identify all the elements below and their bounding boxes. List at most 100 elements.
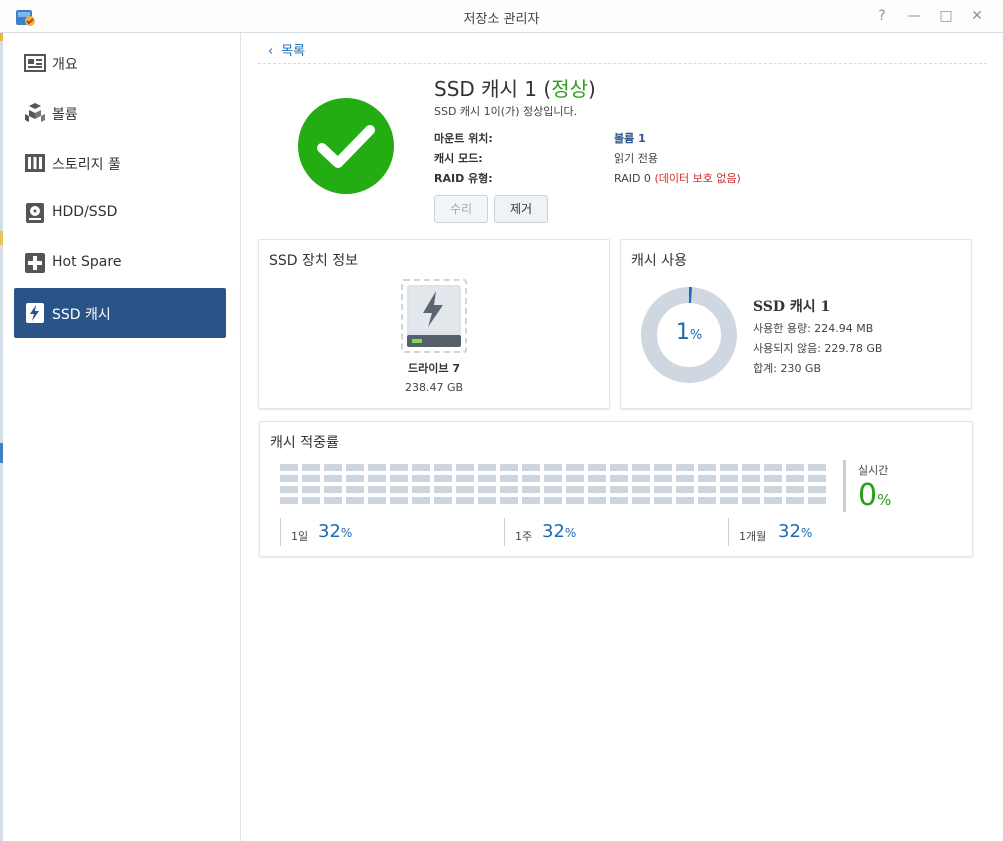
raid-type-note: (데이터 보호 없음) — [654, 172, 741, 185]
history-cell — [610, 475, 628, 482]
drive-slot[interactable] — [401, 279, 467, 353]
close-button[interactable]: ✕ — [967, 6, 987, 26]
sidebar-item-overview[interactable]: 개요 — [14, 38, 226, 88]
sidebar-item-label: 개요 — [52, 57, 78, 73]
history-cell — [500, 497, 518, 504]
realtime-unit: % — [877, 491, 892, 509]
history-cell — [676, 497, 694, 504]
main-content: ‹ 목록 SSD 캐시 1 (정상) SSD 캐시 1이(가) 정상입니다. 마운… — [242, 33, 1003, 841]
sidebar-item-hdd-ssd[interactable]: HDD/SSD — [14, 188, 226, 238]
period-1-week: 1주 32% — [504, 518, 728, 546]
mount-location-label: 마운트 위치: — [434, 132, 493, 145]
history-cell — [808, 486, 826, 493]
history-cell — [808, 464, 826, 471]
history-cell — [742, 475, 760, 482]
hot-spare-icon — [25, 253, 45, 273]
history-cell — [654, 464, 672, 471]
history-cell — [676, 475, 694, 482]
card-title: SSD 장치 정보 — [269, 253, 358, 269]
used-capacity: 사용한 용량: 224.94 MB — [753, 322, 874, 335]
history-cell — [522, 464, 540, 471]
help-button[interactable]: ? — [872, 6, 892, 26]
history-cell — [544, 464, 562, 471]
history-cell — [632, 497, 650, 504]
hdd-icon — [26, 203, 44, 223]
chevron-left-icon: ‹ — [268, 44, 274, 59]
sidebar-item-hot-spare[interactable]: Hot Spare — [14, 238, 226, 288]
history-cell — [456, 475, 474, 482]
history-cell — [654, 497, 672, 504]
history-cell — [676, 464, 694, 471]
period-value: 32% — [778, 521, 813, 542]
divider — [258, 63, 987, 64]
raid-type-label: RAID 유형: — [434, 172, 493, 185]
history-cell — [522, 497, 540, 504]
history-cell — [566, 475, 584, 482]
history-cell — [764, 497, 782, 504]
history-cell — [698, 497, 716, 504]
history-cell — [632, 486, 650, 493]
raid-type-text: RAID 0 — [614, 172, 651, 185]
history-cell — [434, 497, 452, 504]
cache-usage-percent: 1% — [641, 320, 737, 345]
remove-button[interactable]: 제거 — [494, 195, 548, 223]
history-cell — [478, 475, 496, 482]
ssd-drive-icon — [407, 285, 461, 347]
percent-unit: % — [689, 328, 703, 343]
history-cell — [566, 464, 584, 471]
title-bar: 저장소 관리자 ? — □ ✕ — [0, 0, 1003, 33]
sidebar-item-label: HDD/SSD — [52, 204, 118, 220]
window-title: 저장소 관리자 — [463, 12, 540, 27]
period-label: 1일 — [291, 530, 309, 543]
history-cell — [720, 486, 738, 493]
history-cell — [720, 464, 738, 471]
maximize-button[interactable]: □ — [936, 6, 956, 26]
realtime-value: 0% — [858, 478, 891, 513]
history-cell — [434, 464, 452, 471]
history-cell — [698, 486, 716, 493]
history-cell — [346, 475, 364, 482]
history-cell — [324, 464, 342, 471]
period-1-month: 1개월 32% — [728, 518, 952, 546]
history-cell — [302, 464, 320, 471]
history-cell — [412, 497, 430, 504]
history-cell — [544, 497, 562, 504]
cache-mode-value: 읽기 전용 — [614, 152, 658, 165]
total-capacity: 합계: 230 GB — [753, 362, 822, 375]
history-cell — [280, 464, 298, 471]
sidebar-item-storage-pool[interactable]: 스토리지 풀 — [14, 138, 226, 188]
history-cell — [522, 475, 540, 482]
ssd-device-info-card: SSD 장치 정보 드라이브 7 238.47 GB — [258, 239, 610, 409]
back-to-list-link[interactable]: ‹ 목록 — [268, 40, 305, 59]
history-cell — [588, 486, 606, 493]
history-cell — [522, 486, 540, 493]
realtime-label: 실시간 — [858, 464, 889, 477]
cache-name: SSD 캐시 1 — [753, 299, 831, 315]
history-cell — [654, 475, 672, 482]
mount-location-value: 볼륨 1 — [614, 132, 646, 145]
history-cell — [764, 486, 782, 493]
history-cell — [302, 486, 320, 493]
minimize-button[interactable]: — — [904, 6, 924, 26]
history-cell — [720, 497, 738, 504]
history-cell — [764, 475, 782, 482]
history-cell — [654, 486, 672, 493]
history-cell — [610, 486, 628, 493]
title-prefix: SSD 캐시 1 ( — [434, 77, 552, 101]
history-cell — [280, 497, 298, 504]
history-cell — [456, 464, 474, 471]
history-cell — [742, 497, 760, 504]
history-cell — [742, 464, 760, 471]
history-cell — [302, 475, 320, 482]
sidebar-item-ssd-cache[interactable]: SSD 캐시 — [14, 288, 226, 338]
history-cell — [500, 475, 518, 482]
status-ok-icon — [298, 98, 394, 194]
history-cell — [720, 475, 738, 482]
repair-button[interactable]: 수리 — [434, 195, 488, 223]
period-value: 32% — [318, 521, 353, 542]
sidebar-item-volume[interactable]: 볼륨 — [14, 88, 226, 138]
history-cell — [742, 486, 760, 493]
history-cell — [588, 475, 606, 482]
overview-icon — [24, 54, 46, 72]
history-cell — [698, 475, 716, 482]
